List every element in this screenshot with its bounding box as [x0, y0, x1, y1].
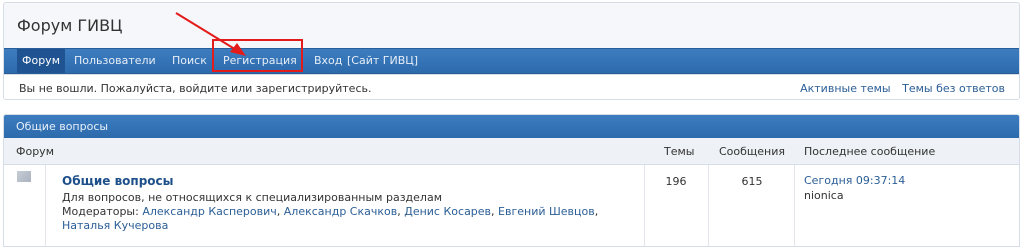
column-forum: Форум — [16, 145, 54, 158]
table-row: Общие вопросы Для вопросов, не относящих… — [4, 165, 1019, 246]
forum-header: Форум ГИВЦ Форум Пользователи Поиск Реги… — [3, 2, 1020, 100]
last-post-user: nionica — [804, 189, 844, 202]
column-topics: Темы — [664, 145, 695, 158]
column-header-row: Форум Темы Сообщения Последнее сообщение — [4, 138, 1019, 165]
forum-name-link[interactable]: Общие вопросы — [62, 174, 174, 188]
category-block: Общие вопросы Форум Темы Сообщения После… — [3, 114, 1020, 247]
moderator-link[interactable]: Денис Косарев — [404, 205, 491, 218]
page-title: Форум ГИВЦ — [17, 16, 123, 35]
menu-item-users[interactable]: Пользователи — [74, 49, 156, 73]
active-topics-link[interactable]: Активные темы — [800, 82, 891, 95]
main-menu: Форум Пользователи Поиск Регистрация Вхо… — [4, 48, 1019, 74]
menu-item-search[interactable]: Поиск — [172, 49, 207, 73]
moderator-link[interactable]: Евгений Шевцов — [498, 205, 595, 218]
menu-item-login[interactable]: Вход — [314, 49, 342, 73]
moderators-label: Модераторы: — [62, 205, 143, 218]
forum-read-icon — [17, 171, 31, 182]
login-status-text: Вы не вошли. Пожалуйста, войдите или зар… — [19, 82, 372, 95]
quick-links: Активные темы Темы без ответов — [792, 82, 1005, 95]
posts-count: 615 — [741, 175, 763, 188]
column-posts: Сообщения — [719, 145, 786, 158]
unanswered-topics-link[interactable]: Темы без ответов — [902, 82, 1005, 95]
column-last-post: Последнее сообщение — [804, 145, 936, 158]
moderators-list: Модераторы: Александр Касперович, Алекса… — [62, 205, 599, 232]
moderator-link[interactable]: Александр Касперович — [142, 205, 276, 218]
forum-page: Форум ГИВЦ Форум Пользователи Поиск Реги… — [0, 0, 1024, 247]
moderator-link[interactable]: Наталья Кучерова — [62, 219, 168, 232]
moderator-link[interactable]: Александр Скачков — [284, 205, 397, 218]
menu-item-site[interactable]: [Сайт ГИВЦ] — [347, 49, 418, 73]
last-post-link[interactable]: Сегодня 09:37:14 — [804, 174, 905, 187]
category-title: Общие вопросы — [16, 120, 109, 133]
status-bar: Вы не вошли. Пожалуйста, войдите или зар… — [4, 74, 1019, 99]
annotation-highlight-box — [212, 39, 303, 72]
category-header: Общие вопросы — [4, 115, 1019, 138]
topics-count: 196 — [665, 175, 687, 188]
menu-item-forum[interactable]: Форум — [17, 49, 65, 73]
last-post-cell: Сегодня 09:37:14 nionica — [804, 174, 905, 202]
forum-description: Для вопросов, не относящихся к специализ… — [62, 191, 442, 204]
